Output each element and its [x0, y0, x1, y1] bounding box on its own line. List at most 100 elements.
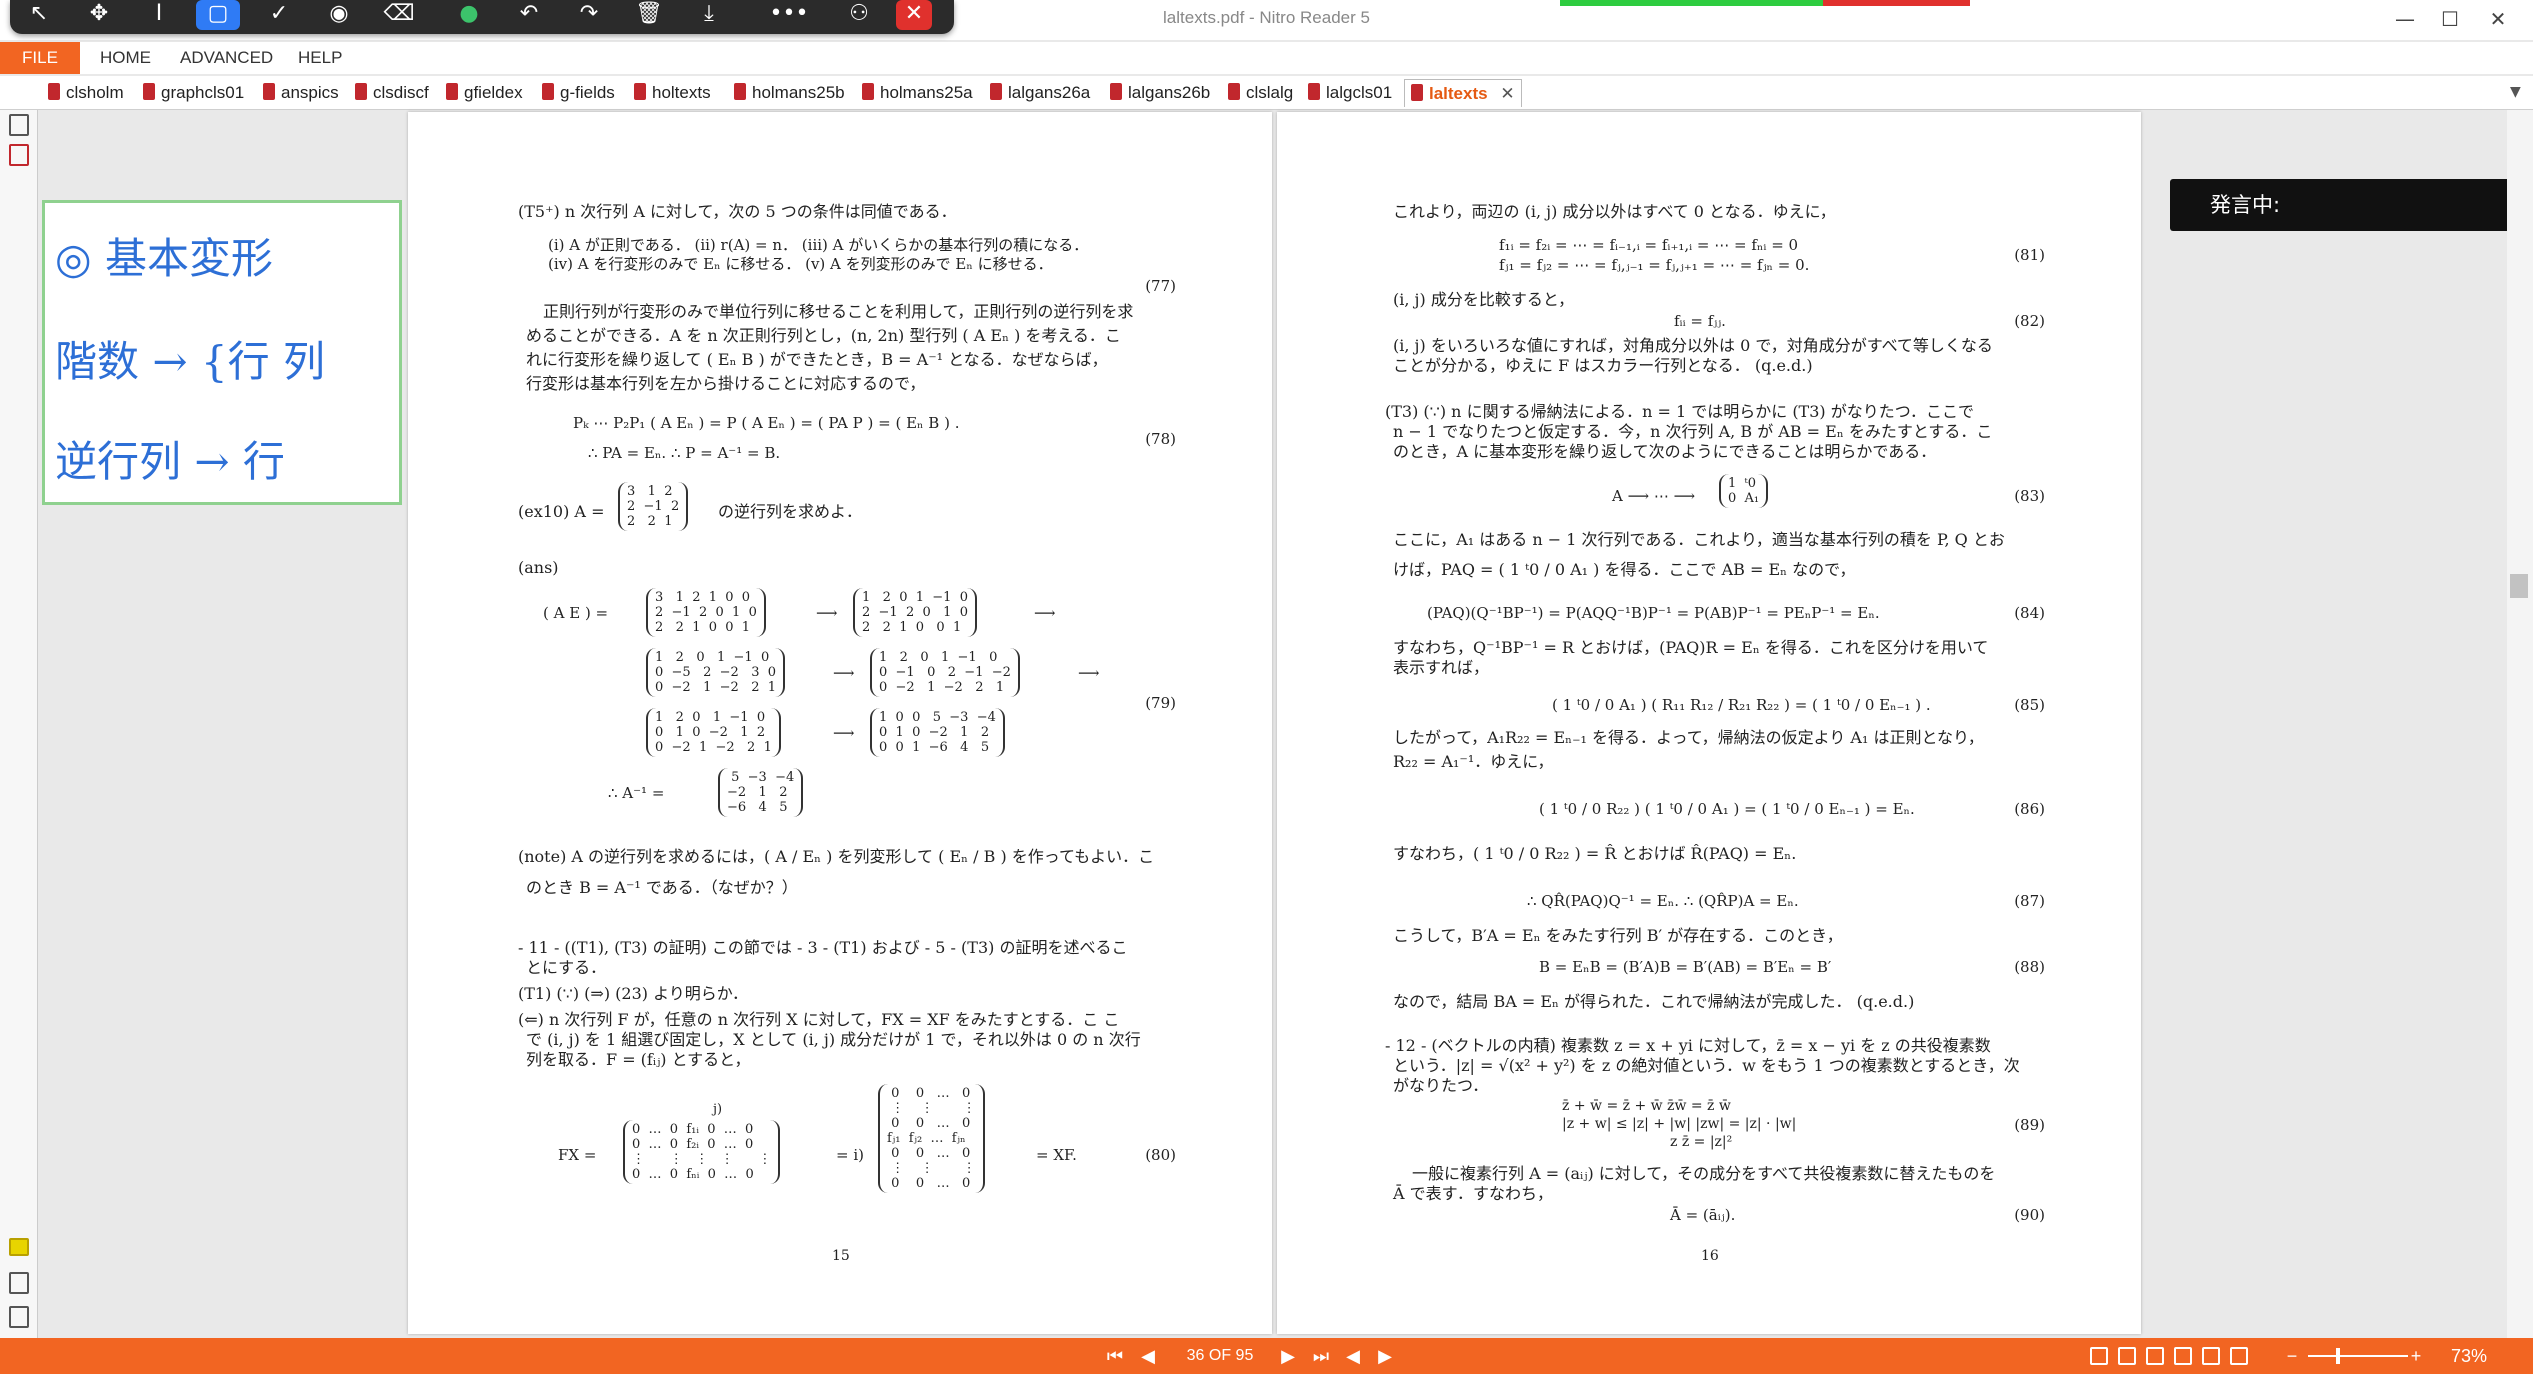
- close-toolbar-icon[interactable]: ✕: [896, 0, 932, 30]
- more-icon[interactable]: •••: [766, 0, 812, 30]
- status-bar: ⏮ ◀ 36 OF 95 ▶ ⏭ ◀ ▶ − + 73%: [0, 1338, 2533, 1374]
- pdf-icon: [862, 83, 874, 101]
- bookmarks-panel-icon[interactable]: [9, 1272, 29, 1294]
- tab-label: anspics: [281, 83, 339, 102]
- tab-clsdiscf[interactable]: clsdiscf: [355, 79, 429, 107]
- pdf-icon: [263, 83, 275, 101]
- matrix-fx: 0 … 0 f₁ᵢ 0 … 0 0 … 0 f₂ᵢ 0 … 0 ⋮ ⋮ ⋮ ⋮ …: [623, 1120, 781, 1184]
- zoom-level[interactable]: 73%: [2444, 1338, 2494, 1374]
- tab-clslalg[interactable]: clslalg: [1228, 79, 1293, 107]
- tab-close-icon[interactable]: ✕: [1500, 84, 1514, 103]
- continuous-view-icon[interactable]: [2118, 1347, 2136, 1365]
- converse-line-1: (⇐) n 次行列 F が，任意の n 次行列 X に対して，FX = XF を…: [518, 1010, 1120, 1029]
- zoom-out-button[interactable]: −: [2282, 1338, 2302, 1374]
- equation-88: B = EₙB = (B′A)B = B′(AB) = B′Eₙ = B′: [1539, 958, 1832, 976]
- undo-icon[interactable]: ↶: [506, 0, 552, 30]
- last-page-icon[interactable]: ⏭: [1306, 1338, 1336, 1374]
- rectangle-tool-icon[interactable]: ▢: [196, 0, 240, 30]
- pdf-icon: [48, 83, 60, 101]
- help-menu[interactable]: HELP: [298, 48, 342, 68]
- zoom-in-button[interactable]: +: [2406, 1338, 2426, 1374]
- download-icon[interactable]: ⤓: [686, 0, 732, 30]
- page-indicator[interactable]: 36 OF 95: [1180, 1338, 1260, 1374]
- facing-continuous-view-icon[interactable]: [2174, 1347, 2192, 1365]
- paragraph-line: ことが分かる，ゆえに F はスカラー行列となる． (q.e.d.): [1393, 356, 1813, 375]
- paragraph-line: 正則行列が行変形のみで単位行列に移せることを利用して，正則行列の逆行列を求: [543, 302, 1134, 321]
- zoom-slider-handle[interactable]: [2336, 1348, 2340, 1364]
- pdf-icon: [446, 83, 458, 101]
- layers-panel-icon[interactable]: [9, 1306, 29, 1328]
- tab-clsholm[interactable]: clsholm: [48, 79, 124, 107]
- example-10-text: の逆行列を求めよ．: [718, 502, 863, 521]
- back-view-icon[interactable]: ◀: [1340, 1338, 1366, 1374]
- comments-panel-icon[interactable]: [9, 1238, 29, 1256]
- tab-anspics[interactable]: anspics: [263, 79, 339, 107]
- tab-laltexts[interactable]: laltexts ✕: [1404, 79, 1522, 107]
- vertical-scrollbar[interactable]: [2507, 110, 2533, 1338]
- tab-graphcls01[interactable]: graphcls01: [143, 79, 244, 107]
- handwritten-annotation[interactable]: ◎ 基本変形 階数 → {行 列 逆行列 → 行: [42, 200, 402, 505]
- paragraph-line: すなわち，( 1 ᵗ0 / 0 R₂₂ ) = R̂ とおけば R̂(PAQ) …: [1393, 844, 1797, 863]
- delete-icon[interactable]: 🗑: [626, 0, 672, 30]
- tab-overflow-chevron-icon[interactable]: ▼: [2510, 84, 2521, 100]
- scrollbar-thumb[interactable]: [2510, 574, 2528, 598]
- equation-81a: f₁ᵢ = f₂ᵢ = ⋯ = fᵢ₋₁,ᵢ = fᵢ₊₁,ᵢ = ⋯ = fₙ…: [1499, 236, 1799, 254]
- tab-lalgans26a[interactable]: lalgans26a: [990, 79, 1090, 107]
- check-tool-icon[interactable]: ✓: [256, 0, 302, 30]
- annotation-line-1: ◎ 基本変形: [55, 234, 273, 283]
- close-window-button[interactable]: ✕: [2478, 4, 2518, 34]
- fit-width-icon[interactable]: [2202, 1347, 2220, 1365]
- fit-page-icon[interactable]: [2230, 1347, 2248, 1365]
- tab-holmans25a[interactable]: holmans25a: [862, 79, 973, 107]
- converse-line-3: 列を取る．F = (fᵢⱼ) とすると，: [526, 1050, 751, 1069]
- home-menu[interactable]: HOME: [100, 48, 151, 68]
- file-menu[interactable]: FILE: [0, 42, 80, 74]
- previous-page-icon[interactable]: ◀: [1135, 1338, 1161, 1374]
- stamp-tool-icon[interactable]: ◉: [316, 0, 362, 30]
- attachments-panel-icon[interactable]: [9, 144, 29, 166]
- select-tool-icon[interactable]: ↖: [16, 0, 62, 30]
- t3-proof-line: のとき，A に基本変形を繰り返して次のようにできることは明らかである．: [1393, 442, 1937, 461]
- tab-holmans25b[interactable]: holmans25b: [734, 79, 845, 107]
- arrow: ⟶: [816, 604, 838, 622]
- pan-tool-icon[interactable]: ✥: [76, 0, 122, 30]
- equation-82: fᵢᵢ = fⱼⱼ.: [1674, 312, 1726, 330]
- advanced-menu[interactable]: ADVANCED: [180, 48, 273, 68]
- paragraph-line: こうして，B′A = Eₙ をみたす行列 B′ が存在する．このとき，: [1393, 926, 1843, 945]
- condition-line-1: (i) A が正則である． (ii) r(A) = n． (iii) A がいく…: [548, 236, 1089, 254]
- next-page-icon[interactable]: ▶: [1275, 1338, 1301, 1374]
- tab-holtexts[interactable]: holtexts: [634, 79, 711, 107]
- eraser-tool-icon[interactable]: ⌫: [376, 0, 422, 30]
- first-page-icon[interactable]: ⏮: [1100, 1338, 1130, 1374]
- eq-number-83: (83): [2014, 487, 2045, 505]
- tab-g-fields[interactable]: g-fields: [542, 79, 615, 107]
- minimize-button[interactable]: —: [2385, 4, 2425, 34]
- document-tabs: clsholm graphcls01 anspics clsdiscf gfie…: [0, 76, 2533, 110]
- forward-view-icon[interactable]: ▶: [1372, 1338, 1398, 1374]
- maximize-button[interactable]: ☐: [2430, 4, 2470, 34]
- pages-panel-icon[interactable]: [9, 114, 29, 136]
- pdf-icon: [634, 83, 646, 101]
- tab-label: lalgans26b: [1128, 83, 1211, 102]
- paragraph-line: これより，両辺の (i, j) 成分以外はすべて 0 となる．ゆえに，: [1393, 202, 1836, 221]
- single-page-view-icon[interactable]: [2090, 1347, 2108, 1365]
- paragraph-line: (i, j) をいろいろな値にすれば，対角成分以外は 0 で，対角成分がすべて等…: [1393, 336, 1993, 355]
- pdf-icon: [1110, 83, 1122, 101]
- text-tool-icon[interactable]: Ⅰ: [136, 0, 182, 30]
- facing-view-icon[interactable]: [2146, 1347, 2164, 1365]
- redo-icon[interactable]: ↷: [566, 0, 612, 30]
- zoom-slider[interactable]: [2308, 1355, 2408, 1357]
- user-icon[interactable]: ⚇: [836, 0, 882, 30]
- pdf-icon: [1228, 83, 1240, 101]
- progress-indicator: [1560, 0, 1970, 6]
- tab-gfieldex[interactable]: gfieldex: [446, 79, 523, 107]
- paragraph-line: めることができる．A を n 次正則行列とし，(n, 2n) 型行列 ( A E…: [526, 326, 1121, 345]
- color-dot-icon[interactable]: ●: [446, 0, 492, 30]
- section-11-line: とにする．: [526, 958, 607, 977]
- example-10-label: (ex10) A =: [518, 502, 605, 521]
- eq-number-82: (82): [2014, 312, 2045, 330]
- tab-label: holtexts: [652, 83, 711, 102]
- tab-lalgcls01[interactable]: lalgcls01: [1308, 79, 1392, 107]
- tab-lalgans26b[interactable]: lalgans26b: [1110, 79, 1210, 107]
- tab-label: graphcls01: [161, 83, 245, 102]
